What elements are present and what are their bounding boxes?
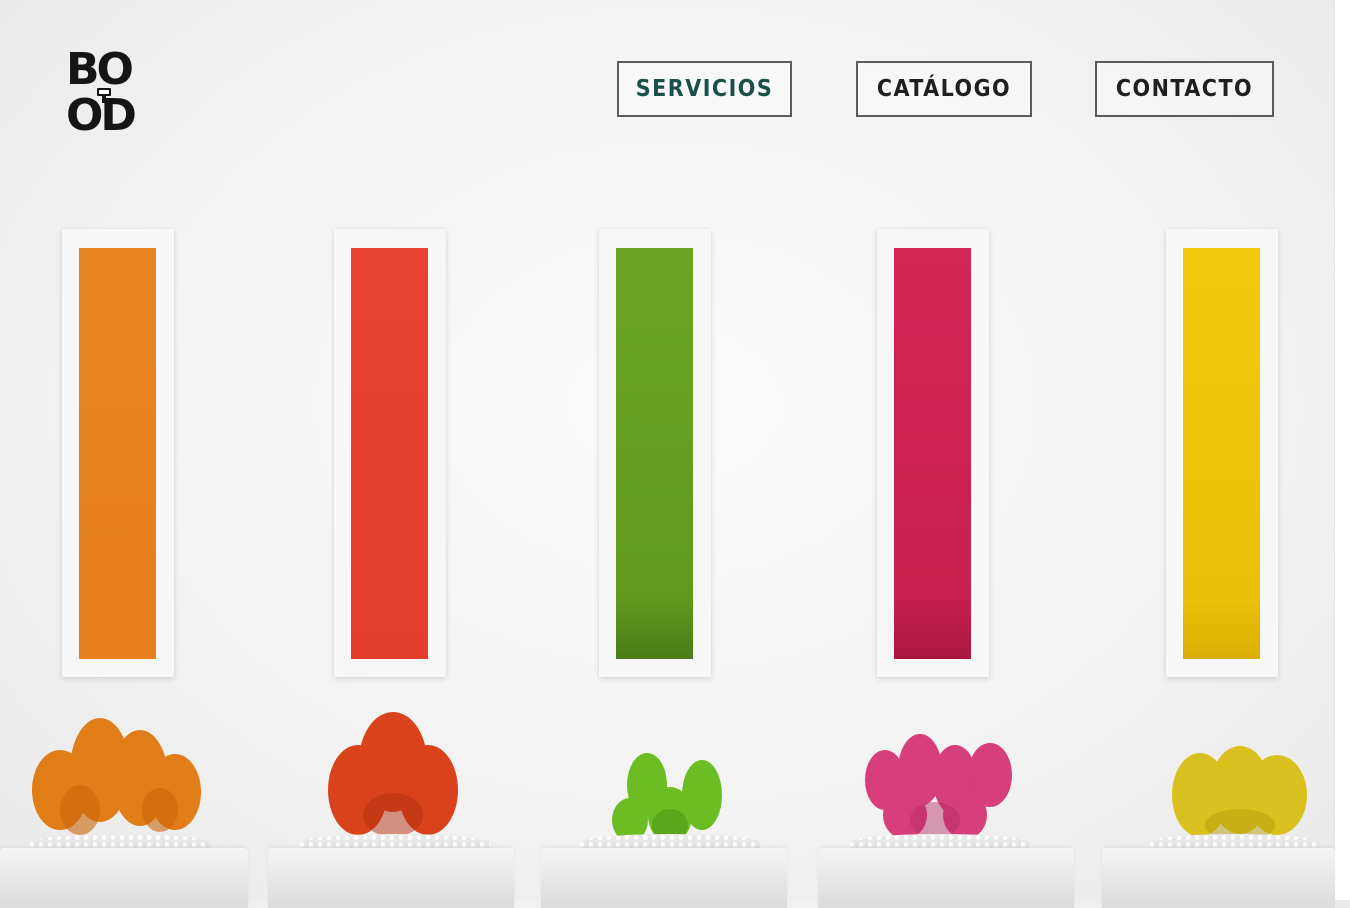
hero-panel-yellow [1183, 248, 1260, 659]
cactus-green-image [612, 753, 722, 843]
hero-panel-orange [79, 248, 156, 659]
hero-frame-red [334, 229, 446, 677]
pot-orange [0, 848, 248, 908]
hero-frame-green [599, 229, 711, 677]
nav-contacto-button[interactable]: CONTACTO [1095, 61, 1274, 117]
hero-frame-orange [62, 229, 174, 677]
pot-yellow [1102, 848, 1335, 908]
hero-panel-magenta [894, 248, 971, 659]
cactus-red-image [328, 712, 458, 837]
pot-green [541, 848, 787, 908]
pot-red [268, 848, 514, 908]
hero-frame-magenta [877, 229, 989, 677]
cactus-yellow-image [1172, 746, 1307, 841]
nav-catalogo-button[interactable]: CATÁLOGO [856, 61, 1032, 117]
hero-frame-yellow [1166, 229, 1278, 677]
cactus-magenta-image [865, 734, 1012, 839]
logo-plug-icon [97, 88, 111, 103]
page-scrollbar[interactable] [1334, 0, 1350, 900]
nav-servicios-button[interactable]: SERVICIOS [617, 61, 792, 117]
hero-panel-green [616, 248, 693, 659]
cactus-orange-image [32, 718, 201, 835]
brand-logo[interactable]: BO OD [66, 48, 144, 142]
pot-magenta [818, 848, 1074, 908]
hero-panel-red [351, 248, 428, 659]
